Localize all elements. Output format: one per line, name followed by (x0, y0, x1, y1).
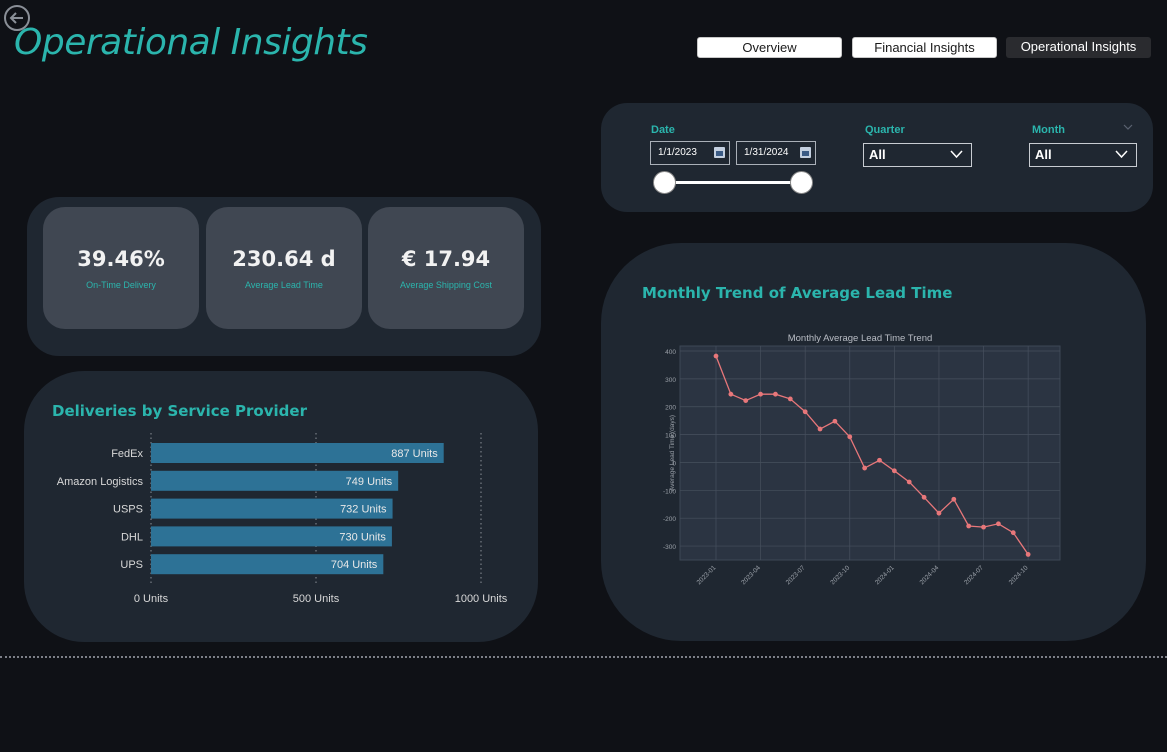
bar-category-label: DHL (121, 531, 143, 543)
lead-time-point (787, 396, 793, 402)
kpi-label: Average Lead Time (245, 280, 323, 290)
lead-time-point (802, 409, 808, 415)
bar-category-label: Amazon Logistics (57, 476, 144, 488)
date-end-input[interactable]: 1/31/2024 (736, 141, 816, 165)
date-start-value: 1/1/2023 (658, 147, 697, 158)
chevron-down-icon (950, 150, 963, 159)
calendar-icon[interactable] (800, 147, 811, 158)
bar-category-label: USPS (113, 504, 143, 516)
lead-time-point (817, 426, 823, 432)
lead-time-point (891, 468, 897, 474)
lead-time-line-chart: -300-200-10001002003004002023-01 2023-04 2… (663, 333, 1061, 586)
y-tick-label: 400 (665, 349, 676, 356)
lead-time-point (758, 391, 763, 397)
x-tick-label: 2024-10 (1008, 564, 1030, 586)
deliveries-bar-chart: 0 Units 500 Units 1000 Units FedEx 887 Units… (57, 433, 508, 605)
lead-time-point (877, 457, 882, 463)
lead-time-point (921, 494, 927, 500)
kpi-card-average-lead-time: 230.64 d Average Lead Time (206, 207, 362, 329)
nav-overview-button[interactable]: Overview (697, 37, 842, 58)
x-tick-label: 500 Units (293, 593, 340, 605)
deliveries-chart-title: Deliveries by Service Provider (52, 402, 307, 420)
lead-time-point (951, 496, 957, 502)
chevron-down-icon (1115, 150, 1128, 159)
lead-time-point (996, 521, 1001, 527)
lead-time-point (773, 391, 778, 397)
y-tick-label: 200 (665, 405, 676, 412)
x-tick-label: 0 Units (134, 593, 169, 605)
kpi-label: Average Shipping Cost (400, 280, 492, 290)
kpi-card-on-time-delivery: 39.46% On-Time Delivery (43, 207, 199, 329)
lead-time-point (1025, 552, 1031, 557)
bottom-divider (0, 656, 1167, 658)
bar-data-label: 730 Units (339, 531, 386, 543)
x-tick-label: 2023-07 (785, 564, 807, 586)
nav-operational-insights-button[interactable]: Operational Insights (1006, 37, 1151, 58)
bar-category-label: UPS (120, 559, 143, 571)
kpi-value: 39.46% (77, 247, 165, 271)
lead-time-chart-title: Monthly Trend of Average Lead Time (642, 284, 953, 302)
lead-time-point (832, 418, 838, 424)
y-tick-label: -300 (663, 544, 676, 551)
x-tick-label: 1000 Units (455, 593, 508, 605)
y-tick-label: -200 (663, 516, 676, 523)
x-tick-label: 2024-07 (963, 564, 985, 586)
date-range-start-handle[interactable] (653, 171, 676, 194)
y-tick-label: 300 (665, 377, 676, 384)
lead-time-point (966, 523, 972, 529)
date-end-value: 1/31/2024 (744, 147, 789, 158)
bar-category-label: FedEx (111, 448, 143, 460)
line-chart-plot-title: Monthly Average Lead Time Trend (788, 333, 933, 344)
month-select[interactable]: All (1029, 143, 1137, 167)
x-tick-label: 2023-01 (696, 564, 718, 586)
kpi-value: 230.64 d (232, 247, 336, 271)
quarter-select-value: All (869, 147, 886, 162)
lead-time-point (847, 434, 853, 440)
lead-time-point (906, 479, 912, 485)
x-tick-label: 2024-04 (919, 564, 941, 586)
lead-time-point (743, 398, 749, 404)
kpi-value: € 17.94 (401, 247, 491, 271)
lead-time-point (981, 524, 986, 530)
y-axis-label: Average Lead Time (days) (669, 415, 676, 491)
page-title: Operational Insights (14, 22, 368, 63)
bar-data-label: 887 Units (391, 448, 438, 460)
bar-data-label: 732 Units (340, 504, 387, 516)
x-tick-label: 2024-01 (874, 564, 896, 586)
plot-area (679, 345, 1061, 561)
lead-time-point (1010, 530, 1016, 536)
kpi-card-average-shipping-cost: € 17.94 Average Shipping Cost (368, 207, 524, 329)
nav-financial-insights-button[interactable]: Financial Insights (852, 37, 997, 58)
bar-data-label: 749 Units (346, 476, 393, 488)
kpi-label: On-Time Delivery (86, 280, 156, 290)
date-filter-label: Date (651, 124, 675, 136)
collapse-chevron-icon[interactable] (1123, 124, 1133, 131)
month-select-value: All (1035, 147, 1052, 162)
lead-time-point (728, 391, 734, 397)
bar-data-label: 704 Units (331, 559, 378, 571)
date-range-end-handle[interactable] (790, 171, 813, 194)
month-filter-label: Month (1032, 124, 1065, 136)
x-tick-label: 2023-10 (829, 564, 851, 586)
lead-time-point (936, 510, 942, 516)
date-start-input[interactable]: 1/1/2023 (650, 141, 730, 165)
calendar-icon[interactable] (714, 147, 725, 158)
lead-time-point (713, 353, 719, 359)
quarter-select[interactable]: All (863, 143, 972, 167)
quarter-filter-label: Quarter (865, 124, 905, 136)
date-range-slider-track[interactable] (664, 181, 802, 184)
x-tick-label: 2023-04 (740, 564, 762, 586)
lead-time-point (862, 465, 868, 471)
